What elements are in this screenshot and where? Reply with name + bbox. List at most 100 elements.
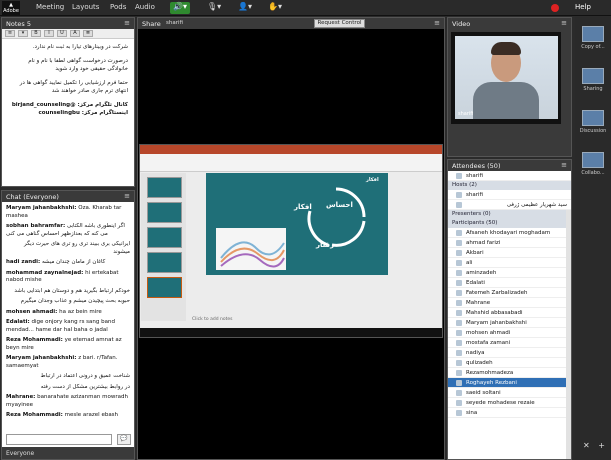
cycle-diagram xyxy=(307,187,366,247)
chat-input[interactable] xyxy=(6,434,112,445)
avatar-icon xyxy=(456,280,462,286)
chat-message: شناخت عمیق و درونی اعتماد در ارتباط xyxy=(6,373,131,381)
speaker-icon[interactable]: 🔊▾ xyxy=(170,2,190,14)
chat-messages[interactable]: Maryam jahanbakhshi: Oza. Kharab tar mas… xyxy=(2,202,134,421)
chat-message: Maryam jahanbakhshi: Oza. Kharab tar mas… xyxy=(6,205,130,220)
participant-row[interactable]: Maryam jahanbakhshi xyxy=(448,318,571,328)
notes-title: Notes 5 xyxy=(6,20,31,28)
menu-pods[interactable]: Pods xyxy=(110,3,126,11)
powerpoint-ribbon xyxy=(140,154,442,172)
participant-row[interactable]: Roghayeh Rezbani xyxy=(448,378,571,388)
avatar-icon xyxy=(456,330,462,336)
participant-row[interactable]: Mahshid abbasabadi xyxy=(448,308,571,318)
slide-word-behavior: رفتار xyxy=(316,241,335,249)
menu-meeting[interactable]: Meeting xyxy=(36,3,64,11)
participant-row[interactable]: qulizadeh xyxy=(448,358,571,368)
mic-icon[interactable]: 🎙▾ xyxy=(207,2,221,14)
slide-thumbnail[interactable] xyxy=(147,177,182,198)
send-icon[interactable]: 💬 xyxy=(117,434,131,445)
raise-hand-icon[interactable]: ✋▾ xyxy=(268,2,282,14)
recording-indicator[interactable] xyxy=(551,4,559,12)
participant-name: seyede mohadese rezaie xyxy=(466,400,535,406)
participant-row[interactable]: saeid soltani xyxy=(448,388,571,398)
avatar-icon xyxy=(456,202,462,208)
color-icon[interactable]: A xyxy=(70,30,80,37)
chat-text: در روابط بیشترین مشکل از دست رفته xyxy=(40,383,130,390)
presenters-group[interactable]: Presenters (0) xyxy=(448,210,571,219)
participant-row[interactable]: Afsaneh khodayari moghadam xyxy=(448,228,571,238)
help-menu[interactable]: Help xyxy=(575,3,591,11)
participant-row[interactable]: Akbari xyxy=(448,248,571,258)
participant-row[interactable]: ali xyxy=(448,258,571,268)
avatar-icon xyxy=(456,320,462,326)
webcam-feed[interactable]: sharifi xyxy=(451,32,561,124)
current-user-row[interactable]: sharifi xyxy=(448,171,571,181)
host-row[interactable]: sharifi xyxy=(448,190,571,200)
chat-sender: mohammad zaynalnejad: xyxy=(6,269,84,276)
add-layout-icon[interactable]: + xyxy=(598,441,605,450)
avatar-icon xyxy=(456,380,462,386)
participant-row[interactable]: mostafa zamani xyxy=(448,338,571,348)
pod-menu-icon[interactable]: ≡ xyxy=(561,161,567,169)
participant-row[interactable]: Mahrane xyxy=(448,298,571,308)
pod-menu-icon[interactable]: ≡ xyxy=(124,192,130,200)
notes-placeholder[interactable]: Click to add notes xyxy=(192,317,233,322)
layout-discussion[interactable]: Discussion xyxy=(578,107,608,147)
notes-pod: Notes 5 ≡ ≡ ▾ B I U A ≣ شرکت در وبینارها… xyxy=(1,17,135,187)
chat-message: hadi zandi: کاغان از مامان چندان میشه xyxy=(6,259,130,267)
participant-name: Roghayeh Rezbani xyxy=(466,380,517,386)
share-pod: Share sharifi Request Control ≡ احساس اف… xyxy=(137,17,445,460)
pod-menu-icon[interactable]: ≡ xyxy=(124,19,130,27)
chat-tab-everyone[interactable]: Everyone xyxy=(2,447,134,459)
host-row[interactable]: سید شهریار عظیمی ژرفی xyxy=(448,200,571,210)
attendees-pod: Attendees (50) ≡ sharifi Hosts (2) shari… xyxy=(447,159,572,460)
participant-name: ali xyxy=(466,260,473,266)
italic-icon[interactable]: I xyxy=(44,30,54,37)
user-icon[interactable]: 👤▾ xyxy=(238,2,252,14)
menu-layouts[interactable]: Layouts xyxy=(72,3,99,11)
list-icon[interactable]: ≣ xyxy=(83,30,93,37)
adobe-logo: ▲ Adobe xyxy=(2,1,20,15)
attendee-scrollbar[interactable] xyxy=(566,210,571,459)
participants-group[interactable]: Participants (50) xyxy=(448,219,571,228)
layout-copy[interactable]: Copy of... xyxy=(578,23,608,63)
hosts-group[interactable]: Hosts (2) xyxy=(448,181,571,190)
layout-collaboration[interactable]: Collabo... xyxy=(578,149,608,189)
participant-row[interactable]: Rezamohmadeza xyxy=(448,368,571,378)
chat-message: خودکم ارتباط بگیرید هم و دوستان هم ابتدا… xyxy=(6,288,130,296)
chat-message: Reza Mohammadi: mesle arazel ebash xyxy=(6,412,130,420)
participant-row[interactable]: ahmad farizi xyxy=(448,238,571,248)
notes-content[interactable]: شرکت در وبینارهای تیارا به ثبت نام ندارد… xyxy=(2,39,134,121)
participant-row[interactable]: nadiya xyxy=(448,348,571,358)
avatar-icon xyxy=(456,370,462,376)
slide-thumbnail[interactable] xyxy=(147,227,182,248)
chat-message: Maryam jahanbakhshi: z bari. r/Tafan. sa… xyxy=(6,355,130,370)
underline-icon[interactable]: U xyxy=(57,30,67,37)
settings-icon[interactable]: ✕ xyxy=(583,441,590,450)
bold-icon[interactable]: B xyxy=(31,30,41,37)
participant-row[interactable]: Edalati xyxy=(448,278,571,288)
slide-thumbnail-selected[interactable] xyxy=(147,277,182,298)
participant-row[interactable]: sina xyxy=(448,408,571,418)
pod-menu-icon[interactable]: ≡ xyxy=(434,19,440,27)
layout-sharing[interactable]: Sharing xyxy=(578,65,608,105)
pod-menu-icon[interactable]: ≡ xyxy=(561,19,567,27)
participant-row[interactable]: seyede mohadese rezaie xyxy=(448,398,571,408)
slide-word-thoughts: افکار xyxy=(294,203,312,211)
chat-message: حبوبه بحث پیچیدن میشم و عذاب وجدان میگیر… xyxy=(6,298,130,306)
notes-toolbar: ≡ ▾ B I U A ≣ xyxy=(2,29,134,39)
font-icon[interactable]: ≡ xyxy=(5,30,15,37)
chat-sender: Mahrane: xyxy=(6,394,36,400)
slide-thumbnail[interactable] xyxy=(147,202,182,223)
shared-powerpoint-window[interactable]: احساس افکار رفتار افکار Click to add not… xyxy=(139,144,443,338)
participant-row[interactable]: aminzadeh xyxy=(448,268,571,278)
slide-thumbnail[interactable] xyxy=(147,252,182,273)
participant-row[interactable]: Fatemeh Zarbalizadeh xyxy=(448,288,571,298)
chat-message: ایرانیکی بری ببیند تری رو تری های حیرت د… xyxy=(6,241,130,256)
request-control-button[interactable]: Request Control xyxy=(314,19,365,28)
menu-audio[interactable]: Audio xyxy=(135,3,155,11)
chat-message: mohammad zaynalnejad: hi ertekabat nabod… xyxy=(6,270,130,285)
size-icon[interactable]: ▾ xyxy=(18,30,28,37)
participant-row[interactable]: mohsen ahmadi xyxy=(448,328,571,338)
participant-name: sina xyxy=(466,410,478,416)
